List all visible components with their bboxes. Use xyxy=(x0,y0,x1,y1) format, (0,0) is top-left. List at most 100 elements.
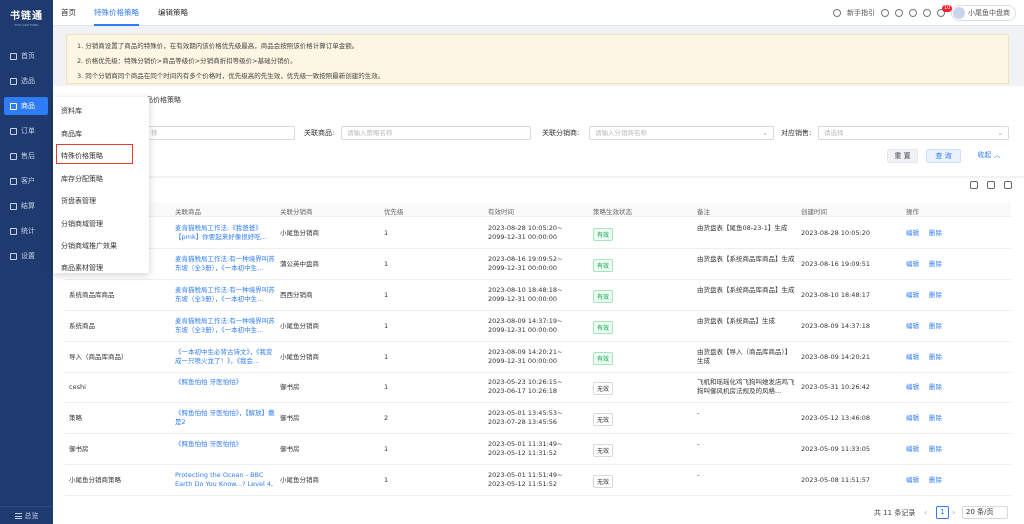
delete-button[interactable]: 删除 xyxy=(929,322,949,331)
goods-link[interactable]: 《鳄鱼怕怕 牙医怕怕》，【解放】撒是2 xyxy=(175,409,275,427)
valid-time: 2023-08-09 14:20:21~ 2099-12-31 00:00:00 xyxy=(488,348,563,365)
table-row: 系统商品 麦肯猫税局工作法:有一种境界叫苏东坡（全3册），《一本初中生... 小尾鱼… xyxy=(65,311,1011,342)
remark: 由货盘表【尾鱼08-23-1】生成 xyxy=(697,224,788,232)
sidebar-item-label: 首页 xyxy=(21,52,35,60)
delete-button[interactable]: 删除 xyxy=(929,414,949,423)
strategy-table: 关联商品 关联分销商 优先级 有效时间 策略生效状态 备注 创建时间 操作 麦肯… xyxy=(53,178,1024,524)
remark: 由货盘表【系统商品】生成 xyxy=(697,317,775,325)
created-time: 2023-05-08 11:51:57 xyxy=(801,476,871,484)
goods-link[interactable]: 麦肯猫税局工作法:有一种境界叫苏东坡（全3册），《一本初中生... xyxy=(175,317,275,335)
query-button[interactable]: 查 询 xyxy=(926,149,961,163)
stats-icon xyxy=(10,227,17,235)
sidebar-item-stats[interactable]: 统计 xyxy=(4,222,48,240)
tab-home[interactable]: 首页 xyxy=(61,0,76,26)
guide-link[interactable]: 新手指引 xyxy=(847,8,875,18)
remark: 飞机和瑶瑶化鸡飞狗叫她发店鸡飞狗叫御风机房法规及的风格... xyxy=(697,378,795,395)
goods-link[interactable]: Protecting the Ocean - BBC Earth Do You … xyxy=(175,471,275,489)
remark: - xyxy=(697,471,700,479)
submenu-item[interactable]: 分销商域管理 xyxy=(61,219,103,229)
edit-button[interactable]: 编辑 xyxy=(906,445,926,454)
edit-button[interactable]: 编辑 xyxy=(906,322,926,331)
bell-icon[interactable]: 10 xyxy=(937,5,953,17)
strategy-name: 导入（商品库商品） xyxy=(69,353,128,361)
submenu-item[interactable]: 商品库 xyxy=(61,129,82,139)
order-icon xyxy=(10,127,17,135)
reset-button[interactable]: 重 置 xyxy=(887,149,918,163)
phone-icon[interactable] xyxy=(923,9,931,17)
goods-link[interactable]: 麦肯猫税局工作法:有一种境界叫苏东坡（全3册），《一本初中生... xyxy=(175,255,275,273)
sidebar-item-order[interactable]: 订单 xyxy=(4,122,48,140)
export-icon[interactable] xyxy=(987,181,995,189)
delete-button[interactable]: 删除 xyxy=(929,291,949,300)
strategy-name: 策略 xyxy=(69,414,82,422)
refresh-icon[interactable] xyxy=(970,181,978,189)
goods-link[interactable]: 《鳄鱼怕怕 牙医怕怕》 xyxy=(175,378,275,396)
next-page-icon[interactable]: › xyxy=(952,508,955,517)
goods-input[interactable]: 请输入策略名称 xyxy=(341,126,531,140)
edit-button[interactable]: 编辑 xyxy=(906,353,926,362)
delete-button[interactable]: 删除 xyxy=(929,383,949,392)
heart-icon[interactable] xyxy=(895,9,903,17)
delete-button[interactable]: 删除 xyxy=(929,353,949,362)
priority: 1 xyxy=(384,476,389,484)
total-count: 共 11 条记录 xyxy=(874,509,916,517)
goods-link[interactable]: 《鳄鱼怕怕 牙医怕怕》 xyxy=(175,440,275,458)
user-menu[interactable]: 小尾鱼中盘商 xyxy=(951,5,1016,21)
edit-button[interactable]: 编辑 xyxy=(906,383,926,392)
edit-button[interactable]: 编辑 xyxy=(906,291,926,300)
sidebar-item-aftersale[interactable]: 售后 xyxy=(4,147,48,165)
submenu-item[interactable]: 货盘表管理 xyxy=(61,196,96,206)
edit-button[interactable]: 编辑 xyxy=(906,476,926,485)
col-actions: 操作 xyxy=(906,208,919,216)
tab-edit-strategy[interactable]: 编辑策略 xyxy=(158,0,188,26)
chevron-down-icon: ⌄ xyxy=(762,129,768,137)
edit-button[interactable]: 编辑 xyxy=(906,414,926,423)
settle-icon xyxy=(10,202,17,210)
submenu-item[interactable]: 资料库 xyxy=(61,106,82,116)
page-current[interactable]: 1 xyxy=(936,506,949,519)
submenu-item[interactable]: 分销商域推广效果 xyxy=(61,241,117,251)
strategy-name-input[interactable]: 称 xyxy=(145,126,295,140)
section-title: 品价格策略 xyxy=(146,96,181,104)
goods-label: 关联商品: xyxy=(304,129,335,137)
distributor-select[interactable]: 请输入分销商名称 ⌄ xyxy=(589,126,774,140)
sidebar-item-label: 统计 xyxy=(21,227,35,235)
sidebar-item-settle[interactable]: 结算 xyxy=(4,197,48,215)
sidebar-item-settings[interactable]: 设置 xyxy=(4,247,48,265)
delete-button[interactable]: 删除 xyxy=(929,260,949,269)
sidebar-item-customer[interactable]: 客户 xyxy=(4,172,48,190)
download-icon[interactable] xyxy=(881,9,889,17)
delete-button[interactable]: 删除 xyxy=(929,445,949,454)
fullscreen-icon[interactable] xyxy=(1004,181,1012,189)
headset-icon[interactable] xyxy=(909,9,917,17)
sidebar-item-home[interactable]: 首页 xyxy=(4,47,48,65)
status-badge: 有效 xyxy=(593,228,614,241)
sidebar-item-label: 结算 xyxy=(21,202,35,210)
delete-button[interactable]: 删除 xyxy=(929,229,949,238)
notice-line: 1. 分销商设置了商品的特殊价，在有效期内该价格优先级最高，商品会按照该价格计算… xyxy=(77,42,359,50)
prev-page-icon[interactable]: ‹ xyxy=(924,508,927,517)
sidebar-item-goods[interactable]: 商品 xyxy=(4,97,48,115)
logo-text: 书链通 xyxy=(10,11,43,22)
sidebar-item-label: 客户 xyxy=(21,177,35,185)
edit-button[interactable]: 编辑 xyxy=(906,229,926,238)
edit-button[interactable]: 编辑 xyxy=(906,260,926,269)
sidebar-collapse-button[interactable]: 总览 xyxy=(0,506,53,524)
sidebar-item-select[interactable]: 选品 xyxy=(4,72,48,90)
sales-select[interactable]: 请选择 ⌄ xyxy=(818,126,1009,140)
strategy-name: 小尾鱼分销商策略 xyxy=(69,476,121,484)
goods-link[interactable]: 《一本初中生必背古诗文》，《我变成一只喷火龙了！》，《我会... xyxy=(175,348,275,366)
delete-button[interactable]: 删除 xyxy=(929,476,949,485)
collapse-filters-button[interactable]: 收起 ︿ xyxy=(971,149,1007,163)
goods-link[interactable]: 麦肯猫税局工作法:《我爸爸》【pmk】你要起来好像很好吃... xyxy=(175,224,275,242)
page-size-select[interactable]: 20 条/页 xyxy=(962,506,1008,519)
submenu-item[interactable]: 库存分配策略 xyxy=(61,174,103,184)
remark: - xyxy=(697,440,700,448)
valid-time: 2023-08-16 19:09:52~ 2099-12-31 00:00:00 xyxy=(488,255,563,272)
app-logo[interactable]: 书链通 SHU LIAN TONG xyxy=(0,0,53,34)
tab-special-price[interactable]: 特殊价格策略 xyxy=(94,0,139,26)
goods-link[interactable]: 麦肯猫税局工作法:有一种境界叫苏东坡（全3册），《一本初中生... xyxy=(175,286,275,304)
submenu-item[interactable]: 商品素材管理 xyxy=(61,263,103,273)
created-time: 2023-05-31 10:26:42 xyxy=(801,383,871,391)
priority: 2 xyxy=(384,414,389,422)
